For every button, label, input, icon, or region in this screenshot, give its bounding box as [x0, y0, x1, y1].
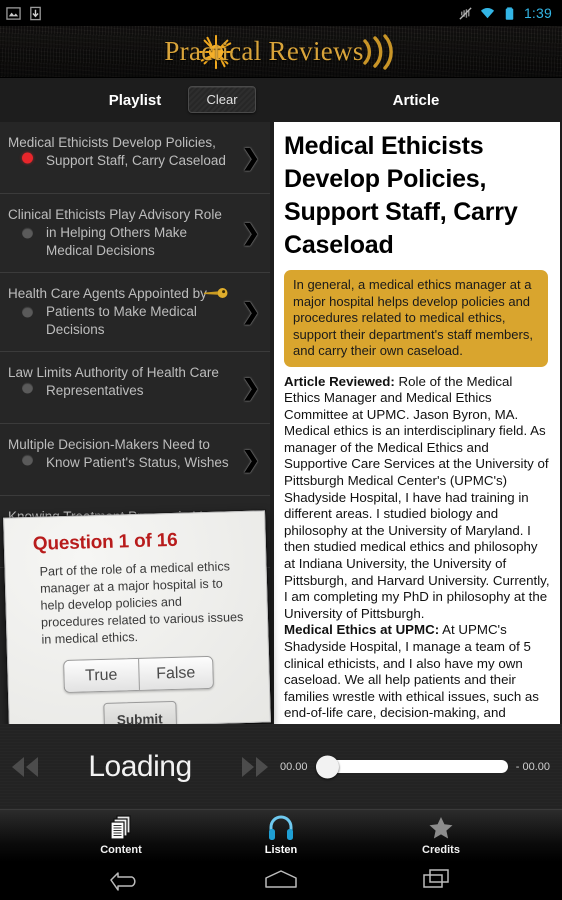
quiz-question-text: Part of the role of a medical ethics man… — [39, 559, 244, 647]
list-item[interactable]: Clinical Ethicists Play Advisory Role in… — [0, 194, 270, 273]
tab-content-label: Content — [100, 844, 142, 856]
list-item[interactable]: Health Care Agents Appointed by Patients… — [0, 273, 270, 352]
logo-text: Practical Reviews — [164, 36, 364, 66]
logo: Practical Reviews — [164, 33, 397, 71]
chevron-right-icon: ❯ — [241, 299, 260, 324]
screenshot-icon — [6, 6, 21, 20]
tab-listen[interactable]: Listen — [231, 814, 331, 856]
forward-button[interactable] — [230, 754, 280, 780]
star-icon — [429, 817, 453, 839]
chevron-right-icon: ❯ — [241, 446, 260, 472]
transport-controls: Loading — [0, 750, 280, 784]
now-playing-label: Loading — [88, 749, 192, 783]
quiz-card[interactable]: Question 1 of 16 Part of the role of a m… — [3, 510, 271, 737]
documents-icon — [110, 815, 131, 840]
app-root: 1:39 Practical Reviews Playlist Clear Ar… — [0, 0, 562, 900]
chevron-right-icon: ❯ — [241, 374, 260, 400]
elapsed-time: 00.00 — [280, 760, 308, 773]
playlist-header: Playlist Clear — [0, 78, 270, 122]
article-paragraph-2: At UPMC's Shadyside Hospital, I manage a… — [284, 622, 539, 724]
status-bullet — [22, 454, 33, 465]
list-item-label: Medical Ethicists Develop Policies, Supp… — [8, 135, 226, 168]
seek-area[interactable]: 00.00 - 00.00 — [280, 755, 562, 778]
app-banner: Practical Reviews — [0, 26, 562, 78]
status-bullet — [22, 227, 33, 239]
status-bullet — [22, 152, 33, 163]
sound-waves-icon — [362, 33, 393, 70]
article-callout: In general, a medical ethics manager at … — [284, 270, 548, 367]
bottom-tab-bar: Content Listen Credits — [0, 810, 562, 862]
home-icon — [265, 869, 297, 888]
battery-icon — [505, 6, 514, 20]
clear-button[interactable]: Clear — [188, 86, 256, 113]
playlist-title: Playlist — [108, 91, 162, 109]
tab-content[interactable]: Content — [71, 814, 171, 856]
rewind-button[interactable] — [0, 754, 50, 780]
android-nav-bar — [0, 862, 562, 900]
chevron-right-icon: ❯ — [241, 144, 260, 170]
tab-credits-label: Credits — [422, 844, 460, 856]
quiz-answer-toggle[interactable]: True False — [63, 655, 214, 694]
key-icon — [204, 288, 228, 298]
seek-track — [315, 760, 508, 773]
list-item[interactable]: Law Limits Authority of Health Care Repr… — [0, 352, 270, 424]
quiz-title: Question 1 of 16 — [32, 529, 178, 555]
article-content: Medical Ethicists Develop Policies, Supp… — [274, 122, 560, 724]
article-reviewed-label: Article Reviewed: — [284, 373, 395, 389]
status-bar-right-icons: 1:39 — [458, 5, 556, 21]
tab-credits[interactable]: Credits — [391, 814, 491, 856]
list-item[interactable]: Medical Ethicists Develop Policies, Supp… — [0, 122, 270, 194]
article-paragraph-1: Medical ethics is an interdisciplinary f… — [284, 423, 550, 621]
article-body: Article Reviewed: Role of the Medical Et… — [284, 374, 552, 725]
article-pane[interactable]: Medical Ethicists Develop Policies, Supp… — [270, 122, 562, 724]
vibrate-muted-icon — [459, 6, 472, 20]
list-item-label: Clinical Ethicists Play Advisory Role in… — [8, 207, 222, 258]
recents-icon — [423, 868, 449, 888]
status-bar-left-icons — [6, 6, 43, 21]
status-bar: 1:39 — [0, 0, 562, 26]
wifi-icon — [480, 7, 494, 18]
status-bar-clock: 1:39 — [523, 5, 552, 21]
remaining-time: - 00.00 — [515, 760, 550, 773]
nav-recents-button[interactable] — [420, 867, 454, 896]
nav-home-button[interactable] — [262, 867, 300, 896]
list-item-label: Multiple Decision-Makers Need to Know Pa… — [8, 437, 229, 470]
list-item[interactable]: Multiple Decision-Makers Need to Know Pa… — [0, 424, 270, 496]
nav-back-button[interactable] — [108, 867, 142, 896]
status-bullet — [22, 382, 33, 393]
seek-thumb[interactable] — [315, 755, 339, 778]
tab-listen-label: Listen — [264, 844, 298, 856]
seek-slider[interactable] — [315, 755, 508, 778]
list-item-label: Law Limits Authority of Health Care Repr… — [8, 365, 219, 398]
download-icon — [30, 6, 41, 20]
headphones-icon — [269, 815, 293, 840]
back-icon — [110, 871, 136, 891]
article-header: Article — [270, 78, 562, 122]
player-bar: Loading 00.00 - 00.00 — [0, 724, 562, 810]
article-title: Medical Ethicists Develop Policies, Supp… — [284, 132, 518, 259]
fast-forward-icon — [242, 756, 268, 777]
rewind-icon — [12, 756, 38, 777]
answer-true-button[interactable]: True — [64, 658, 139, 693]
answer-false-button[interactable]: False — [137, 656, 213, 690]
article-section2-label: Medical Ethics at UPMC: — [284, 622, 440, 638]
column-headers: Playlist Clear Article — [0, 78, 562, 122]
status-bullet — [22, 306, 33, 318]
chevron-right-icon: ❯ — [241, 220, 260, 245]
